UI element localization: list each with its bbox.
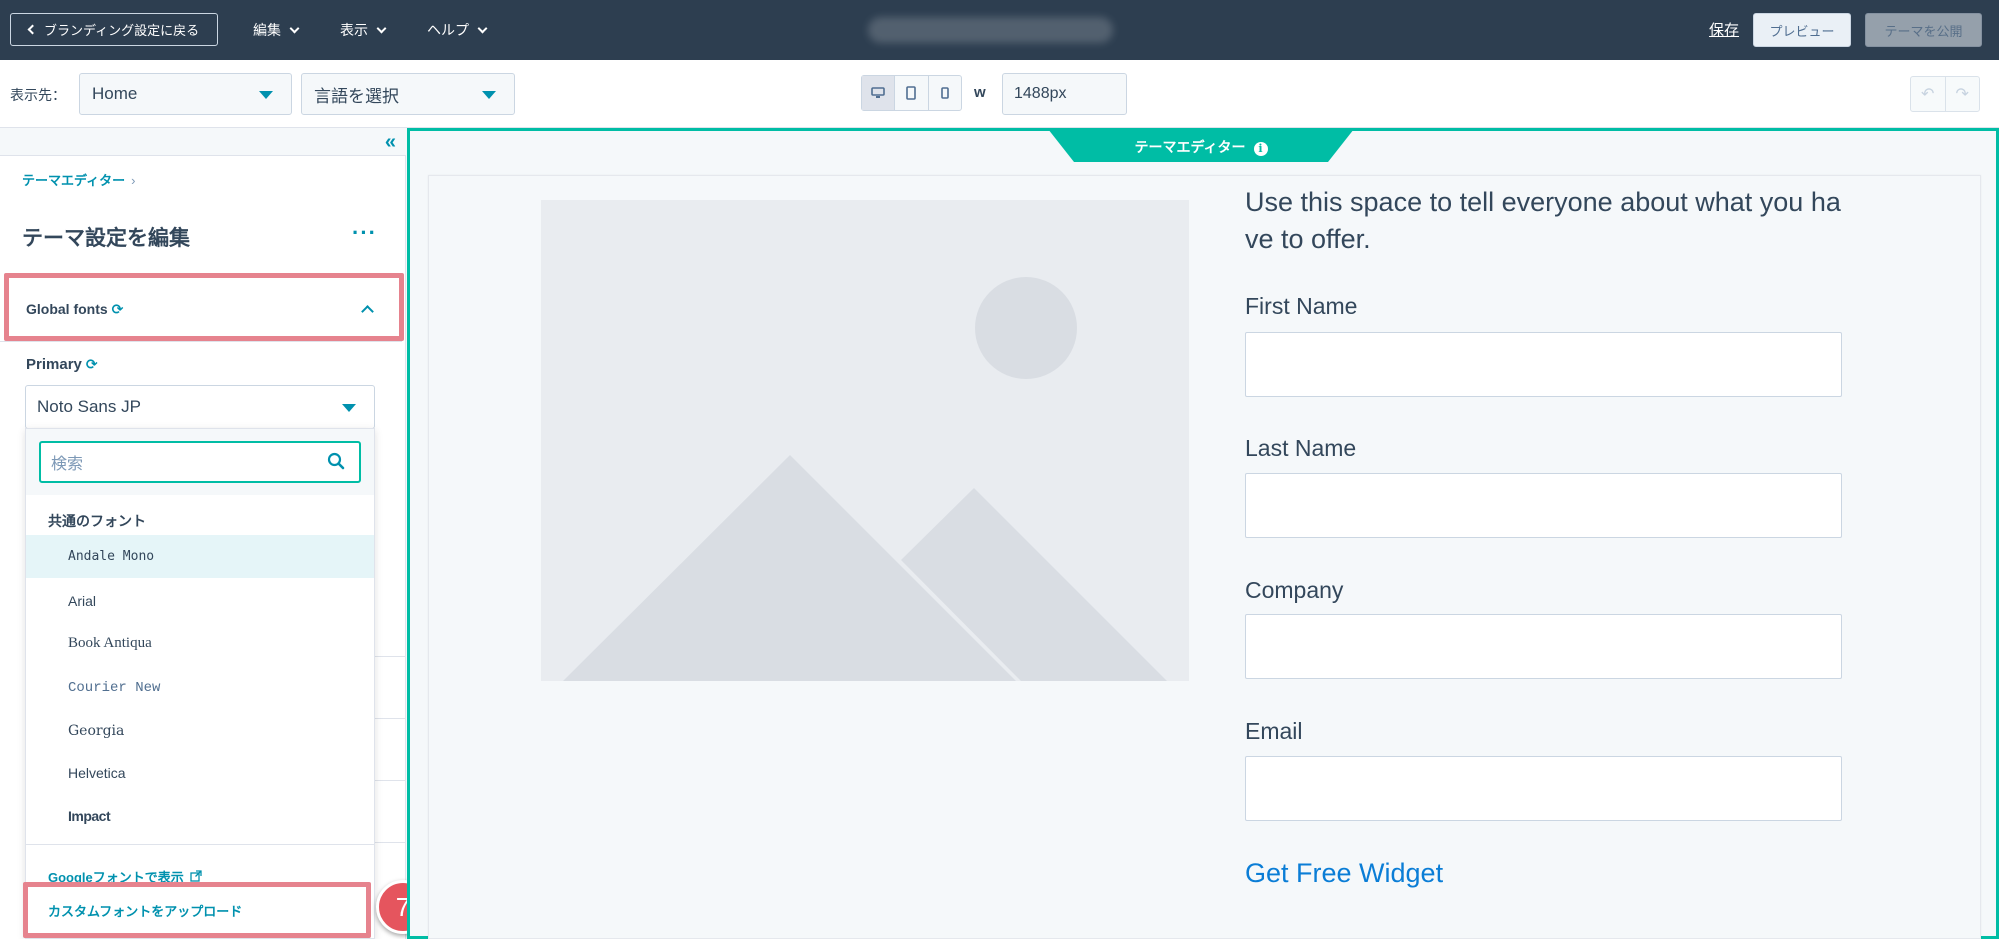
image-placeholder-icon (563, 277, 1167, 681)
mobile-view-button[interactable] (929, 76, 961, 110)
first-name-input[interactable] (1245, 332, 1842, 397)
info-icon[interactable]: i (1253, 142, 1268, 156)
primary-font-label: Primary ⟳ (26, 356, 98, 373)
divider (375, 718, 406, 719)
external-link-icon (190, 870, 203, 882)
mobile-icon (941, 87, 949, 99)
width-input[interactable]: 1488px (1002, 73, 1127, 115)
caret-down-icon (342, 404, 356, 412)
undo-redo-group: ↶ ↷ (1910, 76, 1980, 112)
font-search-wrap: 検索 (26, 429, 374, 495)
first-name-label: First Name (1245, 293, 1358, 319)
undo-icon: ↶ (1921, 86, 1935, 103)
font-option-andale-mono[interactable]: Andale Mono (26, 535, 374, 578)
show-on-label: 表示先： (10, 87, 66, 103)
menu-view-label: 表示 (340, 22, 368, 38)
font-search-placeholder: 検索 (51, 456, 84, 473)
font-option-courier-new[interactable]: Courier New (26, 666, 374, 709)
menu-edit[interactable]: 編集 (253, 0, 300, 60)
search-icon (327, 452, 345, 470)
font-option-helvetica[interactable]: Helvetica (26, 751, 374, 794)
get-free-widget-link[interactable]: Get Free Widget (1245, 858, 1443, 889)
email-input[interactable] (1245, 756, 1842, 821)
undo-button[interactable]: ↶ (1911, 77, 1946, 111)
desktop-icon (871, 87, 885, 98)
language-select[interactable]: 言語を選択 (301, 73, 515, 115)
font-option-book-antiqua[interactable]: Book Antiqua (26, 622, 374, 665)
chevron-down-icon (376, 23, 387, 33)
font-dropdown: 検索 共通のフォント Andale Mono Arial Book Antiqu… (25, 428, 375, 939)
highlight-global-fonts (4, 273, 404, 341)
more-options-icon[interactable]: ··· (352, 220, 377, 246)
desktop-view-button[interactable] (862, 76, 896, 110)
tablet-view-button[interactable] (895, 76, 929, 110)
menu-help[interactable]: ヘルプ (427, 0, 488, 60)
chevron-down-icon (477, 23, 488, 33)
theme-settings-panel: « テーマエディター › テーマ設定を編集 ··· Global fonts ⟳ P… (0, 128, 406, 939)
font-option-impact[interactable]: Impact (26, 794, 374, 837)
breadcrumb[interactable]: テーマエディター › (22, 170, 135, 189)
breadcrumb-theme-editor[interactable]: テーマエディター (22, 173, 125, 188)
divider (375, 780, 406, 781)
font-search-input[interactable]: 検索 (39, 441, 361, 483)
menu-help-label: ヘルプ (427, 22, 469, 38)
chevron-left-icon (27, 24, 38, 35)
primary-font-value: Noto Sans JP (37, 397, 141, 416)
panel-title: テーマ設定を編集 (22, 227, 190, 250)
divider (375, 842, 406, 843)
page-select-value: Home (92, 84, 138, 103)
dropdown-divider (26, 844, 374, 845)
chevron-down-icon (289, 23, 300, 33)
form-headline: Use this space to tell everyone about wh… (1245, 187, 1841, 254)
editor-toolbar: 表示先： Home 言語を選択 w 1488px ↶ ↷ (0, 60, 1999, 128)
last-name-input[interactable] (1245, 473, 1842, 538)
breadcrumb-separator: › (131, 173, 136, 188)
back-button-label: ブランディング設定に戻る (44, 23, 200, 38)
redo-icon: ↷ (1955, 86, 1969, 103)
company-label: Company (1245, 577, 1344, 603)
last-name-label: Last Name (1245, 435, 1357, 461)
width-label: w (974, 84, 986, 101)
top-navigation-bar: ブランディング設定に戻る 編集 表示 ヘルプ 保存 プレビュー テーマを公開 (0, 0, 1999, 60)
font-option-arial[interactable]: Arial (26, 579, 374, 622)
save-button[interactable]: 保存 (1709, 19, 1739, 40)
menu-view[interactable]: 表示 (340, 0, 387, 60)
theme-editor-tab: テーマエディター i (1048, 129, 1354, 162)
menu-edit-label: 編集 (253, 22, 281, 38)
preview-button[interactable]: プレビュー (1753, 13, 1851, 47)
publish-theme-button[interactable]: テーマを公開 (1865, 13, 1982, 47)
device-toggle (861, 75, 962, 111)
back-to-branding-button[interactable]: ブランディング設定に戻る (10, 13, 219, 46)
redo-button[interactable]: ↷ (1946, 77, 1980, 111)
tablet-icon (906, 86, 917, 100)
primary-font-select[interactable]: Noto Sans JP (25, 385, 375, 429)
caret-down-icon (482, 91, 496, 99)
font-option-georgia[interactable]: Georgia (26, 709, 374, 752)
company-input[interactable] (1245, 614, 1842, 679)
language-select-value: 言語を選択 (314, 86, 399, 106)
sync-icon: ⟳ (85, 356, 98, 372)
common-fonts-label: 共通のフォント (48, 513, 146, 529)
panel-collapse-bar: « (0, 128, 406, 156)
collapse-panel-icon[interactable]: « (385, 131, 396, 154)
theme-editor-tab-label: テーマエディター i (1048, 137, 1354, 157)
page-select[interactable]: Home (79, 73, 292, 115)
divider (375, 656, 406, 657)
image-placeholder[interactable] (541, 200, 1189, 681)
highlight-upload-font (23, 882, 371, 938)
caret-down-icon (259, 91, 273, 99)
email-label: Email (1245, 718, 1303, 744)
blurred-theme-name (868, 17, 1113, 43)
